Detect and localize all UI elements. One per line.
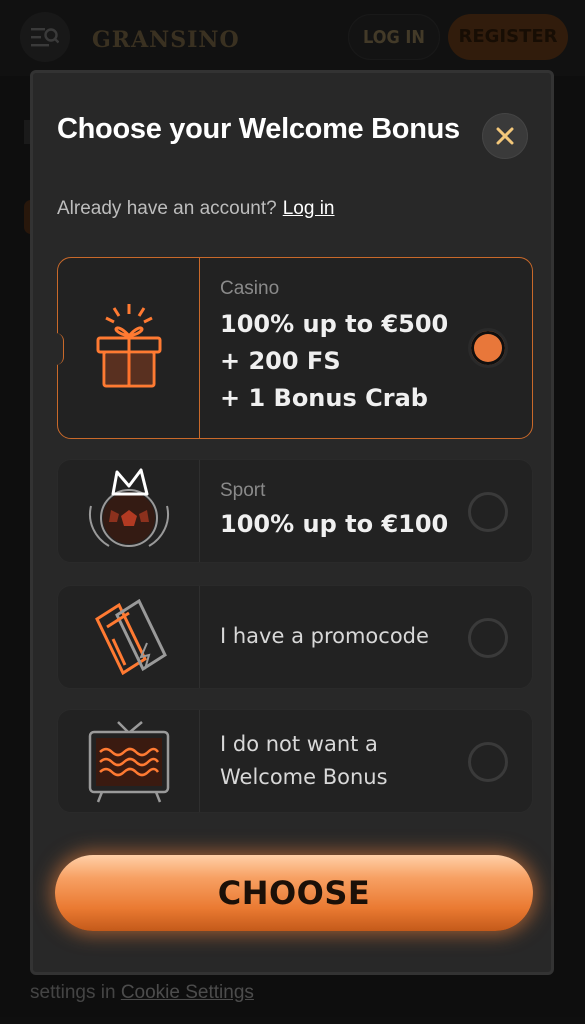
bonus-option-icon-cell	[58, 710, 200, 812]
ticket-icon	[94, 599, 167, 675]
bonus-radio[interactable]	[468, 618, 508, 658]
bonus-option-promocode[interactable]: I have a promocode	[57, 585, 533, 689]
choose-button[interactable]: CHOOSE	[55, 855, 533, 931]
bonus-offer-line: + 1 Bonus Crab	[220, 384, 428, 412]
modal-title: Choose your Welcome Bonus	[57, 113, 460, 145]
bonus-option-text: I have a promocode	[220, 624, 429, 648]
bonus-option-casino[interactable]: Casino 100% up to €500 + 200 FS + 1 Bonu…	[52, 257, 533, 439]
bonus-offer-line: + 200 FS	[220, 347, 341, 375]
tv-icon	[88, 721, 169, 803]
modal-login-link[interactable]: Log in	[283, 198, 335, 219]
crowned-ball-icon	[88, 468, 169, 547]
welcome-bonus-modal: Choose your Welcome Bonus Already have a…	[30, 70, 554, 975]
bonus-offer-line: 100% up to €100	[220, 510, 449, 538]
bonus-option-icon-cell	[58, 460, 200, 562]
bonus-option-icon-cell	[58, 258, 200, 438]
account-prompt: Already have an account? Log in	[57, 198, 335, 220]
bonus-radio-selected[interactable]	[468, 328, 508, 368]
bonus-kind-label: Sport	[220, 480, 266, 501]
bonus-option-no-bonus[interactable]: I do not want a Welcome Bonus	[57, 709, 533, 813]
close-button[interactable]	[482, 113, 528, 159]
bonus-option-sport[interactable]: Sport 100% up to €100	[57, 459, 533, 563]
bonus-option-text: I do not want a	[220, 732, 378, 756]
bonus-option-icon-cell	[58, 586, 200, 688]
bonus-radio[interactable]	[468, 492, 508, 532]
bonus-kind-label: Casino	[220, 278, 280, 299]
bonus-radio[interactable]	[468, 742, 508, 782]
gift-icon	[96, 304, 161, 388]
account-prompt-text: Already have an account?	[57, 198, 277, 219]
bonus-offer-line: 100% up to €500	[220, 310, 449, 338]
close-icon	[496, 127, 514, 145]
bonus-option-text: Welcome Bonus	[220, 765, 388, 789]
